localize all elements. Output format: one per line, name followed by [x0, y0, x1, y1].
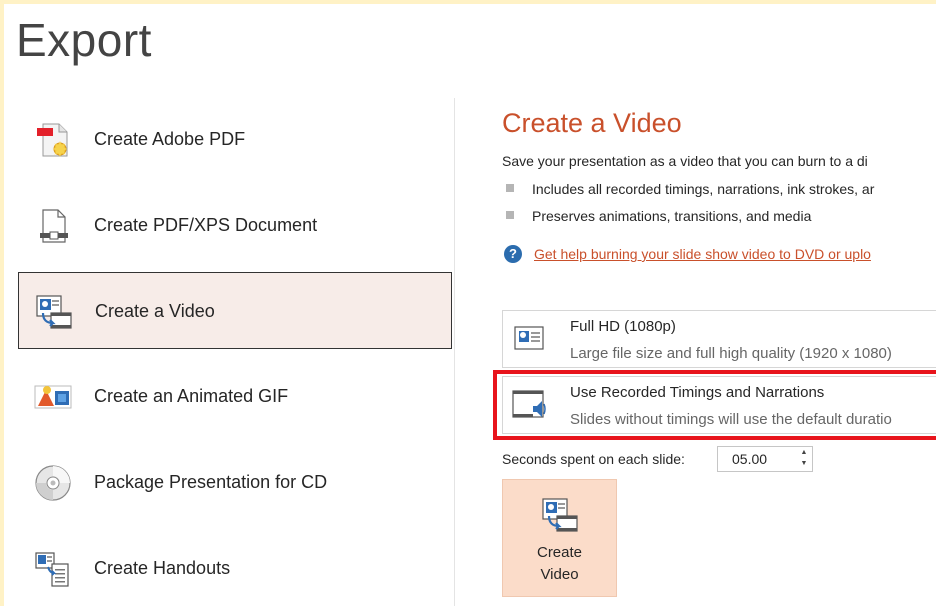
seconds-value: 05.00	[732, 451, 768, 467]
help-link[interactable]: Get help burning your slide show video t…	[534, 246, 871, 262]
pdf-xps-document-icon	[40, 209, 68, 243]
nav-item-create-handouts[interactable]: Create Handouts	[18, 530, 452, 607]
seconds-per-slide-spinner[interactable]: 05.00 ▲ ▼	[717, 446, 813, 472]
page-title: Export	[16, 14, 152, 66]
section-title: Create a Video	[502, 108, 682, 138]
nav-item-create-pdf-xps[interactable]: Create PDF/XPS Document	[18, 187, 452, 264]
dropdown-subtitle: Large file size and full high quality (1…	[570, 345, 892, 362]
seconds-per-slide-label: Seconds spent on each slide:	[502, 451, 685, 467]
create-video-button[interactable]: Create Video	[502, 479, 617, 597]
animated-gif-icon	[34, 385, 72, 409]
spinner-down-icon[interactable]: ▼	[796, 458, 812, 469]
spinner-arrows[interactable]: ▲ ▼	[796, 447, 812, 471]
create-video-label: Create Video	[536, 544, 583, 583]
bullet-square-icon	[506, 211, 514, 220]
panel-divider	[454, 98, 455, 606]
dropdown-subtitle: Slides without timings will use the defa…	[570, 411, 892, 428]
adobe-pdf-icon	[37, 123, 68, 157]
help-row: ? Get help burning your slide show video …	[504, 245, 871, 263]
dropdown-title: Full HD (1080p)	[570, 318, 676, 335]
nav-item-create-adobe-pdf[interactable]: Create Adobe PDF	[18, 101, 452, 178]
video-quality-dropdown[interactable]: Full HD (1080p) Large file size and full…	[502, 310, 936, 368]
nav-item-create-animated-gif[interactable]: Create an Animated GIF	[18, 358, 452, 435]
section-description: Save your presentation as a video that y…	[502, 153, 868, 169]
nav-label: Create PDF/XPS Document	[94, 215, 318, 235]
timings-narration-icon	[512, 390, 546, 418]
recorded-timings-dropdown[interactable]: Use Recorded Timings and Narrations Slid…	[502, 376, 936, 434]
dropdown-title: Use Recorded Timings and Narrations	[570, 384, 825, 401]
handouts-icon	[35, 552, 69, 587]
cd-icon	[35, 465, 71, 501]
nav-label: Create Handouts	[94, 558, 231, 578]
nav-item-package-presentation-cd[interactable]: Package Presentation for CD	[18, 444, 452, 521]
nav-label: Package Presentation for CD	[94, 472, 328, 492]
spinner-up-icon[interactable]: ▲	[796, 447, 812, 458]
nav-label: Create a Video	[95, 301, 215, 321]
nav-item-create-a-video[interactable]: Create a Video	[18, 272, 452, 349]
nav-label: Create an Animated GIF	[94, 386, 289, 406]
bullet-text: Preserves animations, transitions, and m…	[532, 208, 812, 224]
presentation-quality-icon	[514, 326, 544, 350]
nav-label: Create Adobe PDF	[94, 129, 246, 149]
video-icon	[36, 295, 72, 329]
bullet-text: Includes all recorded timings, narration…	[532, 181, 875, 197]
bullet-item: Includes all recorded timings, narration…	[506, 181, 874, 197]
bullet-item: Preserves animations, transitions, and m…	[506, 208, 811, 224]
help-question-icon: ?	[504, 245, 522, 263]
bullet-square-icon	[506, 184, 514, 193]
video-icon	[542, 498, 578, 532]
